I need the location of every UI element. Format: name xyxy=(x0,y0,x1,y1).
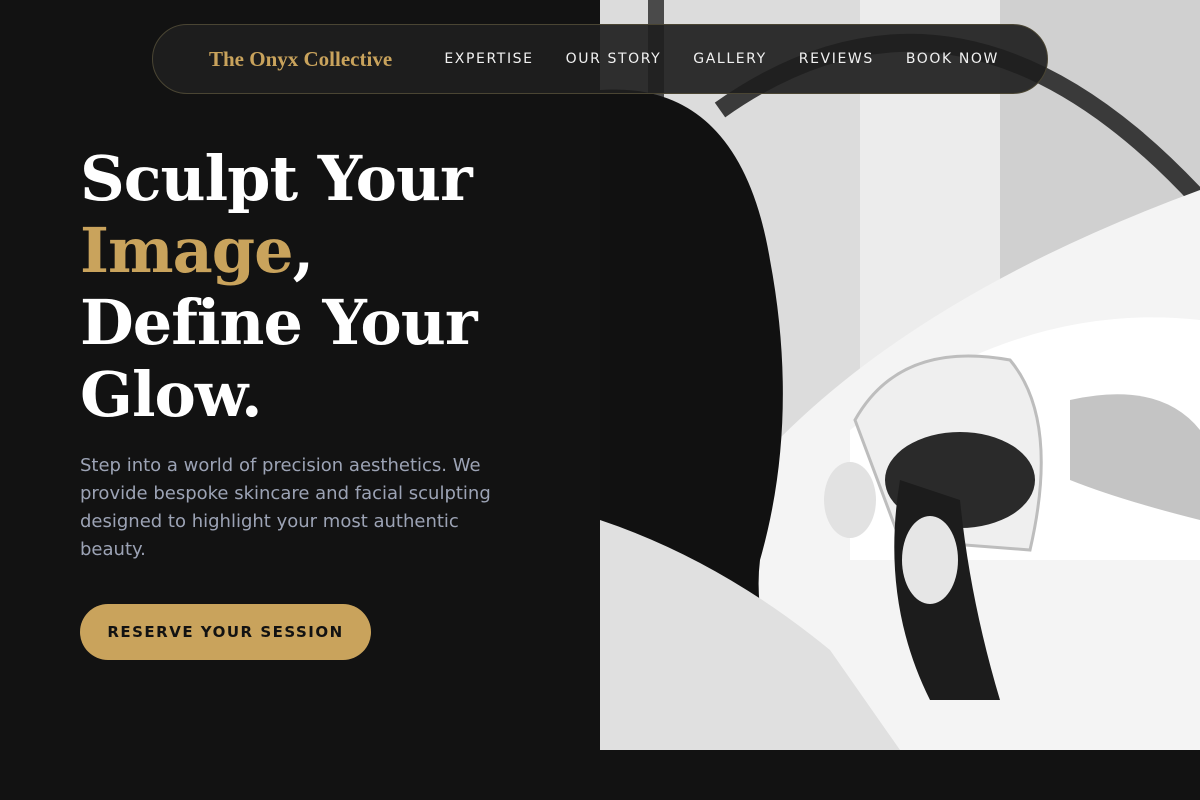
nav-links: EXPERTISE OUR STORY GALLERY REVIEWS BOOK… xyxy=(444,51,999,67)
hero-photo xyxy=(600,0,1200,750)
nav-link-expertise[interactable]: EXPERTISE xyxy=(444,51,533,67)
headline-accent-word: Image xyxy=(80,214,294,287)
brand-logo[interactable]: The Onyx Collective xyxy=(209,47,392,72)
main-navigation: The Onyx Collective EXPERTISE OUR STORY … xyxy=(152,24,1048,94)
hero-intro-text: Step into a world of precision aesthetic… xyxy=(80,455,491,560)
headline-comma: , xyxy=(292,214,315,287)
facial-treatment-photo xyxy=(600,0,1200,750)
reserve-session-button[interactable]: RESERVE YOUR SESSION xyxy=(80,604,371,660)
nav-link-our-story[interactable]: OUR STORY xyxy=(566,51,662,67)
nav-link-reviews[interactable]: REVIEWS xyxy=(799,51,874,67)
headline-line-1: Sculpt Your xyxy=(80,142,473,215)
headline-line-4: Glow. xyxy=(80,358,263,431)
hero-headline: Sculpt Your Image, Define Your Glow. xyxy=(80,143,560,431)
nav-link-gallery[interactable]: GALLERY xyxy=(693,51,766,67)
headline-line-3: Define Your xyxy=(80,286,478,359)
nav-link-book-now[interactable]: BOOK NOW xyxy=(906,51,999,67)
